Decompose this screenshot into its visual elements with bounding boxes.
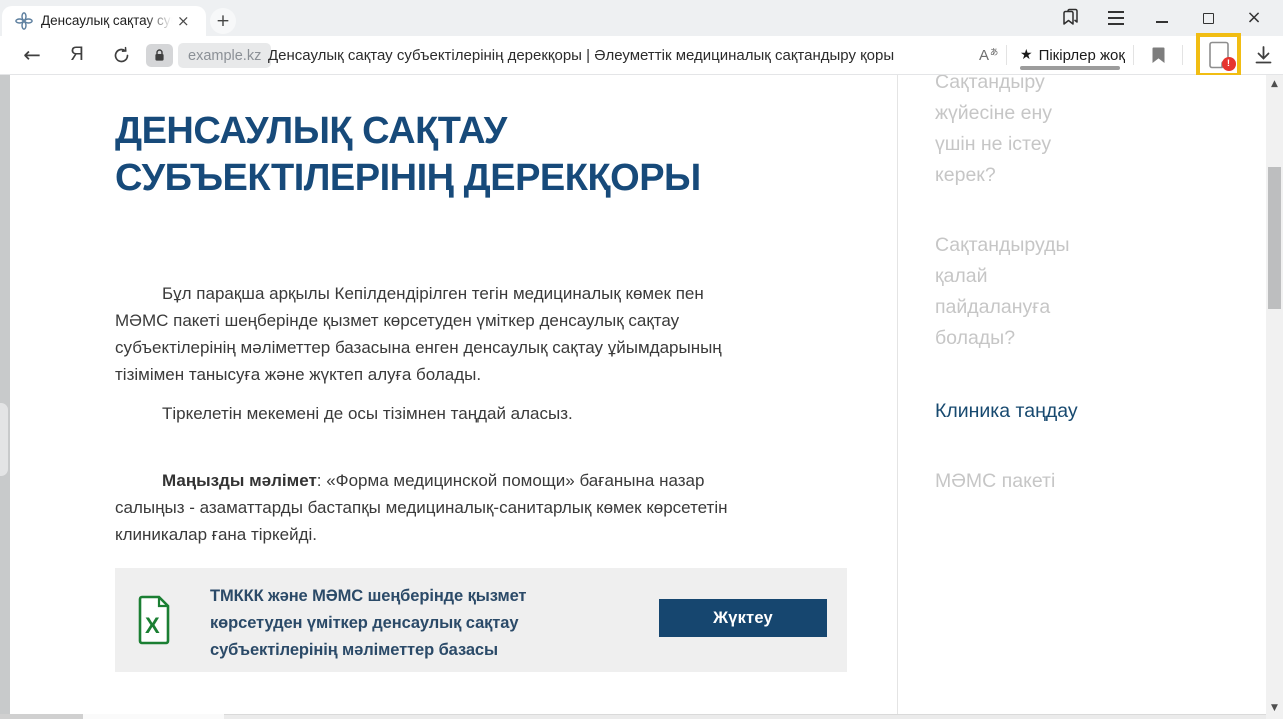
- site-favicon-icon: [15, 12, 33, 30]
- download-button[interactable]: Жүктеу: [659, 599, 827, 637]
- tab-panels-icon[interactable]: [1047, 0, 1093, 36]
- hscrollbar-track[interactable]: [224, 714, 1266, 719]
- download-description: ТМККК және МӘМС шеңберінде қызмет көрсет…: [210, 583, 610, 664]
- close-window-button[interactable]: ×: [1231, 0, 1277, 36]
- new-tab-button[interactable]: +: [210, 8, 236, 34]
- page-title: ДЕНСАУЛЫҚ САҚТАУ СУБЪЕКТІЛЕРІНІҢ ДЕРЕКҚО…: [115, 108, 825, 202]
- yandex-logo-icon[interactable]: Я: [64, 36, 90, 74]
- menu-icon[interactable]: [1093, 0, 1139, 36]
- paragraph: Бұл парақша арқылы Кепілдендірілген тегі…: [115, 280, 847, 388]
- side-panel-handle[interactable]: [0, 403, 8, 476]
- window-controls: ×: [1047, 0, 1277, 36]
- tab-bar: Денсаулық сақтау субъ × + ×: [0, 0, 1283, 36]
- tab-close-icon[interactable]: ×: [177, 12, 190, 30]
- address-page-title[interactable]: Денсаулық сақтау субъектілерінің дерекқо…: [268, 36, 894, 74]
- sidebar-item-join-insurance[interactable]: Сақтандыру жүйесіне ену үшін не істеу ке…: [935, 75, 1150, 191]
- toolbar-divider: [1133, 45, 1134, 65]
- address-toolbar: ← Я example.kz Денсаулық сақтау субъекті…: [0, 36, 1283, 75]
- secure-lock-icon[interactable]: [146, 44, 173, 67]
- scroll-down-icon[interactable]: ▼: [1266, 703, 1283, 713]
- download-card: X ТМККК және МӘМС шеңберінде қызмет көрс…: [115, 568, 847, 672]
- tab-title: Денсаулық сақтау субъ: [41, 12, 175, 30]
- scroll-up-icon[interactable]: ▲: [1266, 79, 1283, 89]
- annotation-highlight-box: !: [1196, 33, 1241, 77]
- paragraph: Маңызды мәлімет: «Форма медицинской помо…: [115, 467, 847, 548]
- sidebar-item-use-insurance[interactable]: Сақтандыруды қалай пайдалануға болады?: [935, 230, 1150, 354]
- scrollbar-thumb[interactable]: [1268, 167, 1281, 309]
- vertical-scrollbar[interactable]: ▲ ▼: [1266, 75, 1283, 719]
- browser-tab[interactable]: Денсаулық сақтау субъ ×: [2, 6, 206, 36]
- bookmark-flag-icon[interactable]: [1144, 36, 1172, 74]
- minimize-button[interactable]: [1139, 0, 1185, 36]
- back-button[interactable]: ←: [18, 36, 46, 74]
- page-info-icon[interactable]: !: [1207, 41, 1231, 69]
- downloads-icon[interactable]: [1248, 36, 1278, 74]
- page-content: ДЕНСАУЛЫҚ САҚТАУ СУБЪЕКТІЛЕРІНІҢ ДЕРЕКҚО…: [0, 75, 1283, 714]
- reviews-underline: [1020, 66, 1120, 70]
- hscrollbar-thumb[interactable]: [0, 714, 83, 719]
- horizontal-scrollbar[interactable]: [0, 714, 1283, 719]
- hscrollbar-gap: [83, 714, 224, 719]
- toolbar-divider: [1006, 45, 1007, 65]
- paragraph: Тіркелетін мекемені де осы тізімнен таңд…: [115, 400, 847, 427]
- refresh-icon[interactable]: [108, 36, 134, 74]
- excel-file-icon: X: [137, 595, 171, 645]
- maximize-button[interactable]: [1185, 0, 1231, 36]
- reviews-label: Пікірлер жоқ: [1039, 47, 1125, 64]
- translate-icon[interactable]: Aぁ: [976, 36, 1002, 74]
- sidebar-item-mams-package[interactable]: МӘМС пакеті: [935, 466, 1150, 497]
- browser-window: Денсаулық сақтау субъ × + × ← Я: [0, 0, 1283, 719]
- star-icon: ★: [1020, 47, 1033, 63]
- content-divider: [897, 75, 898, 714]
- toolbar-divider: [1182, 45, 1183, 65]
- svg-text:X: X: [145, 613, 160, 638]
- domain-chip[interactable]: example.kz: [178, 43, 271, 68]
- alert-badge: !: [1222, 57, 1236, 71]
- sidebar-item-choose-clinic[interactable]: Клиника таңдау: [935, 396, 1150, 427]
- side-panel-strip[interactable]: [0, 75, 10, 714]
